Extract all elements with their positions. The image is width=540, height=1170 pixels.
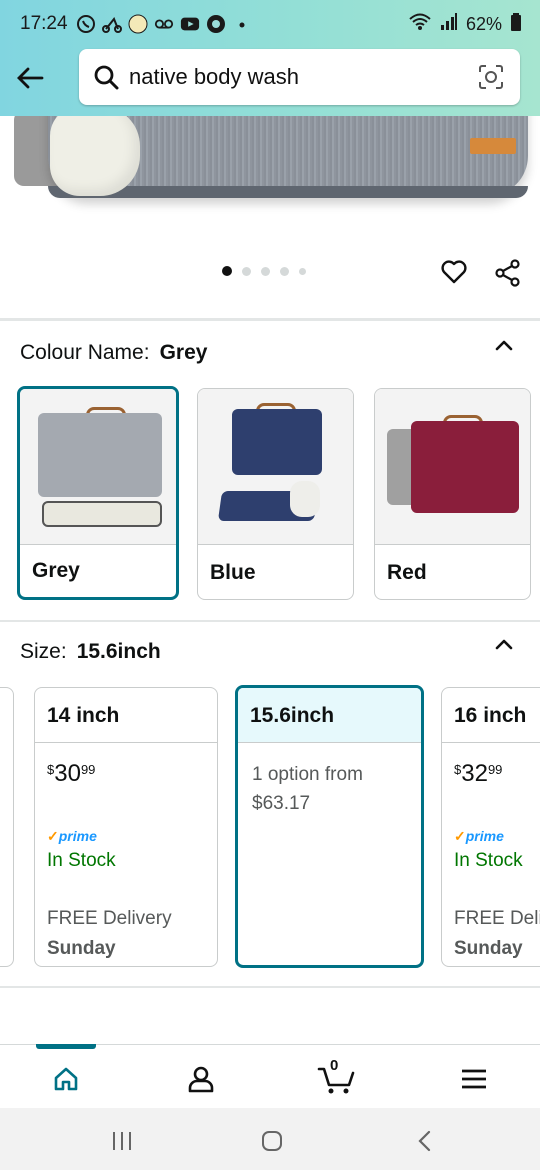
app-root: 17:24 62% native body wash Colour Name: … xyxy=(0,0,540,1170)
size-name: 14 inch xyxy=(47,704,120,727)
dot-icon xyxy=(232,14,252,34)
colour-swatch-grey[interactable]: Grey xyxy=(17,386,179,600)
size-name: 15.6inch xyxy=(250,704,335,727)
voicemail-icon xyxy=(154,14,174,34)
recent-apps-button[interactable] xyxy=(107,1128,137,1154)
nav-cart[interactable]: 0 xyxy=(316,1057,358,1099)
divider xyxy=(0,620,540,622)
bag-body xyxy=(38,413,162,497)
stock-status: In Stock xyxy=(454,850,523,871)
bottom-nav: 0 xyxy=(0,1044,540,1108)
swatch-label: Grey xyxy=(32,559,80,582)
chevron-up-icon[interactable] xyxy=(492,334,516,358)
back-button[interactable] xyxy=(10,60,50,96)
product-image[interactable] xyxy=(0,116,540,316)
wifi-icon xyxy=(408,12,432,37)
battery-percent: 62% xyxy=(465,14,502,34)
size-card-14-inch[interactable]: 14 inch $3099 ✓prime In Stock FREE Deliv… xyxy=(34,687,218,967)
brand-tag xyxy=(470,138,516,154)
delivery-text: FREE Delivery xyxy=(47,908,172,929)
carousel-dot[interactable] xyxy=(280,266,289,276)
bag-foam xyxy=(290,481,320,517)
nav-active-indicator xyxy=(36,1044,96,1049)
carousel-dot[interactable] xyxy=(299,267,306,275)
signal-icon xyxy=(440,12,458,37)
share-icon[interactable] xyxy=(494,258,522,288)
price: $3099 xyxy=(47,760,96,787)
heart-icon[interactable] xyxy=(440,258,468,286)
swatch-image-grey xyxy=(20,389,176,544)
tasker-icon xyxy=(128,14,148,34)
chrome-icon xyxy=(206,14,226,34)
delivery-day: Sunday xyxy=(454,938,523,959)
status-right: 62% xyxy=(408,12,522,37)
divider xyxy=(0,986,540,988)
colour-swatch-red[interactable]: Red xyxy=(374,388,531,600)
nav-account[interactable] xyxy=(181,1059,221,1099)
delivery-day: Sunday xyxy=(47,938,116,959)
nav-home[interactable] xyxy=(46,1059,86,1099)
swatch-separator xyxy=(20,544,176,545)
cart-count: 0 xyxy=(330,1057,339,1074)
carousel-dot[interactable] xyxy=(242,266,251,276)
scooter-icon xyxy=(102,14,122,34)
bag-body xyxy=(232,409,322,475)
swatch-separator xyxy=(375,544,530,545)
home-system-button[interactable] xyxy=(257,1128,287,1154)
colour-swatch-blue[interactable]: Blue xyxy=(197,388,354,600)
youtube-icon xyxy=(180,14,200,34)
back-system-button[interactable] xyxy=(410,1128,440,1154)
stock-status: In Stock xyxy=(47,850,116,871)
colour-selected-value: Grey xyxy=(159,341,208,364)
bag-pad xyxy=(42,501,162,527)
prime-badge: ✓prime xyxy=(454,828,504,844)
carousel-dot[interactable] xyxy=(261,266,270,276)
swatch-label: Blue xyxy=(210,561,256,584)
delivery-text: FREE Delivery xyxy=(454,908,540,929)
prime-badge: ✓prime xyxy=(47,828,97,844)
size-card-16-inch[interactable]: 16 inch $3299 ✓prime In Stock FREE Deliv… xyxy=(441,687,540,967)
size-card-15-6inch[interactable]: 15.6inch 1 option from $63.17 xyxy=(235,685,424,968)
bag-body xyxy=(411,421,519,513)
size-label: Size: 15.6inch xyxy=(20,640,161,663)
status-time: 17:24 xyxy=(20,13,68,34)
colour-label: Colour Name: Grey xyxy=(20,341,208,364)
divider xyxy=(0,318,540,321)
foam-cushion xyxy=(50,116,140,196)
nav-menu[interactable] xyxy=(454,1059,494,1099)
home-icon xyxy=(54,1067,78,1091)
battery-icon xyxy=(510,12,522,37)
search-query: native body wash xyxy=(129,64,299,89)
swatch-image-red xyxy=(375,389,530,544)
size-card-header: 15.6inch xyxy=(238,688,421,743)
header: 17:24 62% native body wash xyxy=(0,0,540,116)
system-nav-bar xyxy=(0,1108,540,1170)
carousel-dot[interactable] xyxy=(222,266,232,276)
notification-icons xyxy=(76,14,252,34)
recent-apps-icon xyxy=(113,1132,131,1150)
user-icon xyxy=(188,1066,214,1093)
size-name: 16 inch xyxy=(454,704,527,727)
home-square-icon xyxy=(262,1131,282,1151)
swatch-label: Red xyxy=(387,561,427,584)
chevron-left-icon xyxy=(418,1130,431,1152)
price: $3299 xyxy=(454,760,503,787)
camera-search-icon[interactable] xyxy=(478,64,504,90)
size-selected-value: 15.6inch xyxy=(76,640,161,663)
search-input[interactable]: native body wash xyxy=(79,49,520,105)
swatch-separator xyxy=(198,544,353,545)
whatsapp-icon xyxy=(76,14,96,34)
chevron-up-icon[interactable] xyxy=(492,633,516,657)
swatch-image-blue xyxy=(198,389,353,544)
status-bar: 17:24 62% xyxy=(0,0,540,50)
size-card-header: 14 inch xyxy=(35,688,217,743)
option-text: 1 option from $63.17 xyxy=(252,764,363,814)
arrow-left-icon xyxy=(17,67,44,89)
carousel-dots xyxy=(222,266,306,276)
menu-icon xyxy=(462,1069,486,1089)
size-card-header: 16 inch xyxy=(442,688,540,743)
size-card-offscreen[interactable] xyxy=(0,687,14,967)
search-icon xyxy=(94,65,119,90)
